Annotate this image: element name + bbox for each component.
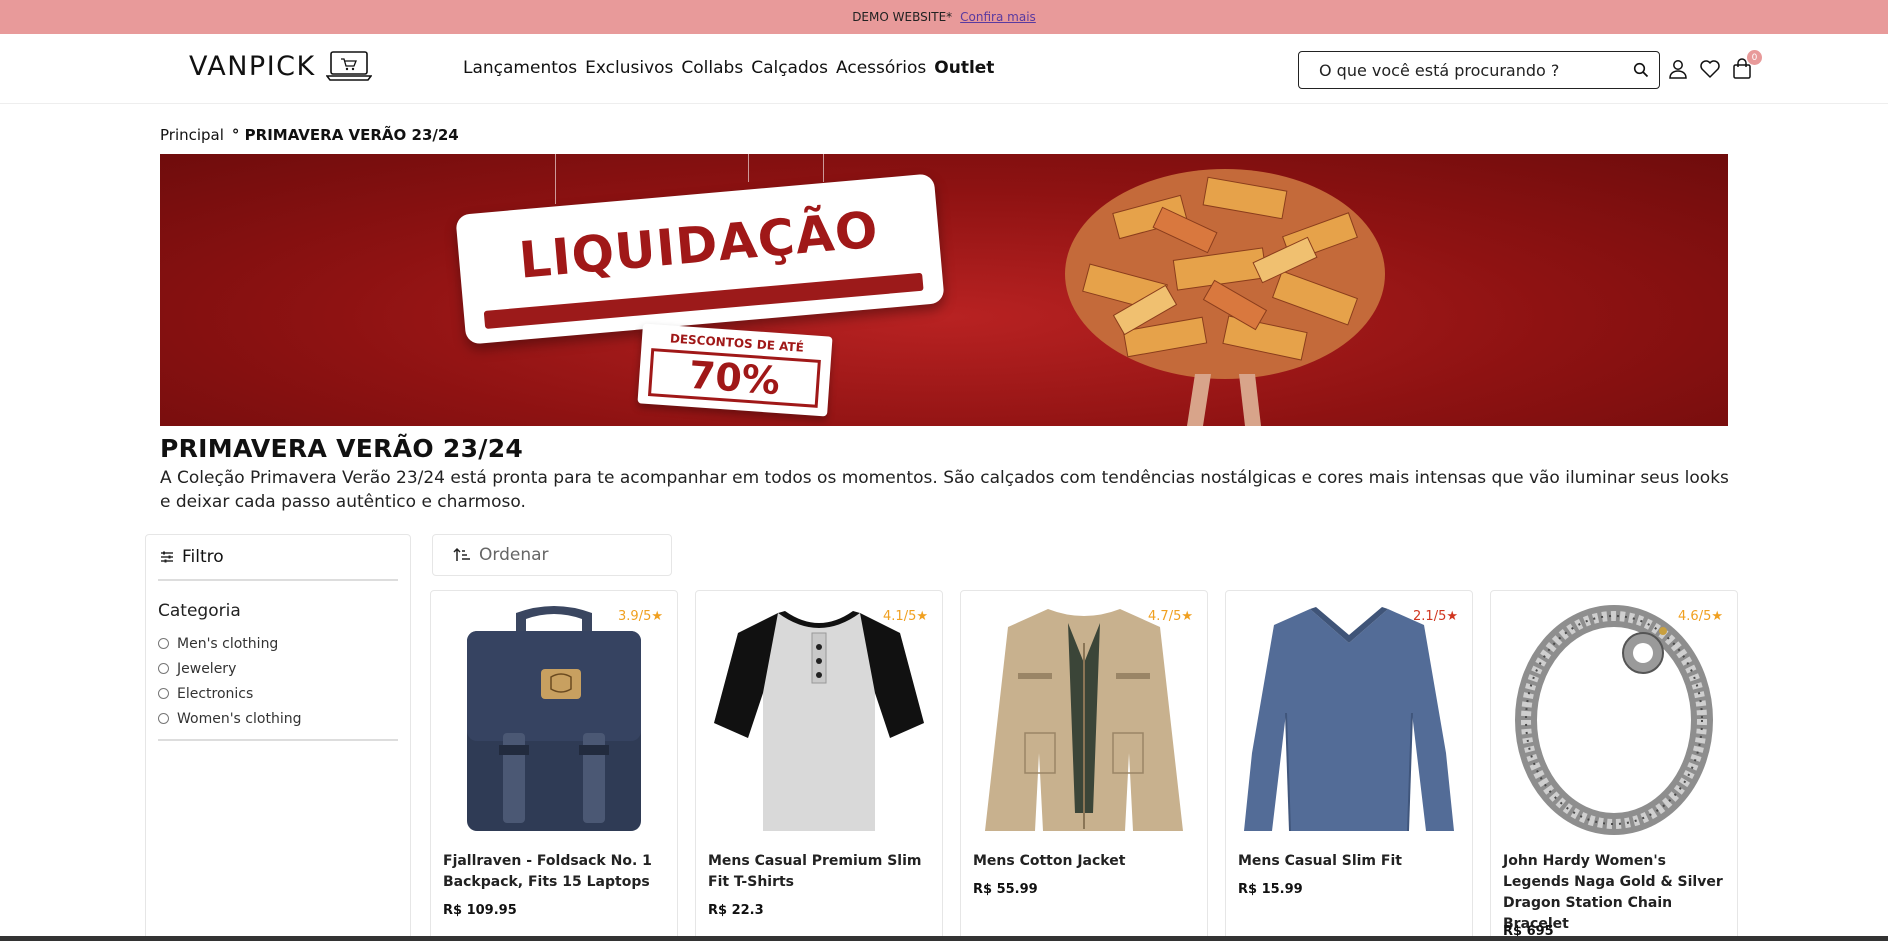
cart-count-badge: 0 <box>1747 50 1762 65</box>
nav-lancamentos[interactable]: Lançamentos <box>463 58 577 78</box>
nav-calcados[interactable]: Calçados <box>751 58 828 78</box>
category-label: Electronics <box>177 685 254 702</box>
search-icon[interactable] <box>1633 62 1649 78</box>
product-title[interactable]: Mens Casual Slim Fit <box>1238 851 1462 872</box>
filter-label: Filtro <box>182 547 224 567</box>
product-title[interactable]: Mens Cotton Jacket <box>973 851 1197 872</box>
nav-exclusivos[interactable]: Exclusivos <box>585 58 673 78</box>
filter-panel: Filtro Categoria Men's clothing Jewelery… <box>145 534 411 941</box>
product-card[interactable]: 4.1/5★ Mens Casual Premium Slim Fit T-Sh… <box>695 590 943 941</box>
announcement-link[interactable]: Confira mais <box>960 10 1036 24</box>
viewport-bottom-edge <box>0 936 1888 941</box>
discount-sign: DESCONTOS DE ATÉ 70% <box>637 323 833 417</box>
user-icon[interactable] <box>1667 58 1689 80</box>
hanging-string <box>748 154 749 182</box>
sale-sign: LIQUIDAÇÃO <box>455 173 945 345</box>
logo[interactable]: VANPICK <box>189 50 372 82</box>
sort-button[interactable]: Ordenar <box>432 534 672 576</box>
announcement-text: DEMO WEBSITE* <box>852 10 953 24</box>
product-title[interactable]: Mens Casual Premium Slim Fit T-Shirts <box>708 851 932 893</box>
site-header: VANPICK Lançamentos Exclusivos Collabs C… <box>0 34 1888 104</box>
search-box <box>1298 51 1660 89</box>
category-option-electronics[interactable]: Electronics <box>158 681 398 706</box>
main-nav: Lançamentos Exclusivos Collabs Calçados … <box>463 58 994 78</box>
collection-description: A Coleção Primavera Verão 23/24 está pro… <box>160 468 1729 512</box>
product-image-backpack[interactable] <box>443 603 665 837</box>
breadcrumb: Principal ° PRIMAVERA VERÃO 23/24 <box>160 126 459 144</box>
category-label: Men's clothing <box>177 635 279 652</box>
announcement-bar: DEMO WEBSITE* Confira mais <box>0 0 1888 34</box>
sale-banner: LIQUIDAÇÃO DESCONTOS DE ATÉ 70% <box>160 154 1728 426</box>
filter-header[interactable]: Filtro <box>158 535 398 581</box>
nav-acessorios[interactable]: Acessórios <box>836 58 926 78</box>
heart-icon[interactable] <box>1699 58 1721 80</box>
product-title[interactable]: John Hardy Women's Legends Naga Gold & S… <box>1503 851 1727 935</box>
category-label: Women's clothing <box>177 710 302 727</box>
radio-button[interactable] <box>158 663 169 674</box>
product-price: R$ 109.95 <box>443 903 517 918</box>
category-option-mens-clothing[interactable]: Men's clothing <box>158 631 398 656</box>
category-list: Men's clothing Jewelery Electronics Wome… <box>158 631 398 741</box>
hanging-string <box>823 154 824 182</box>
cart-button[interactable]: 0 <box>1731 50 1762 80</box>
shopping-bags-figure <box>1065 169 1385 426</box>
nav-collabs[interactable]: Collabs <box>681 58 743 78</box>
category-option-jewelery[interactable]: Jewelery <box>158 656 398 681</box>
product-image-tshirt[interactable] <box>708 603 930 837</box>
discount-value: 70% <box>647 348 821 408</box>
product-card[interactable]: 4.7/5★ Mens Cotton Jacket R$ 55.99 <box>960 590 1208 941</box>
category-option-womens-clothing[interactable]: Women's clothing <box>158 706 398 731</box>
product-image-longsleeve[interactable] <box>1238 603 1460 837</box>
category-title: Categoria <box>158 601 241 621</box>
radio-button[interactable] <box>158 713 169 724</box>
product-price: R$ 22.3 <box>708 903 764 918</box>
logo-text: VANPICK <box>189 50 316 82</box>
sort-ascending-icon <box>453 547 470 561</box>
product-image-bracelet[interactable] <box>1503 603 1725 837</box>
laptop-cart-icon <box>325 51 372 81</box>
product-card[interactable]: 4.6/5★ John Hardy Women's Legends Naga G… <box>1490 590 1738 941</box>
hanging-string <box>555 154 556 204</box>
breadcrumb-home[interactable]: Principal <box>160 126 224 144</box>
product-card[interactable]: 2.1/5★ Mens Casual Slim Fit R$ 15.99 <box>1225 590 1473 941</box>
sliders-icon <box>161 551 173 563</box>
category-label: Jewelery <box>177 660 237 677</box>
product-price: R$ 15.99 <box>1238 882 1303 897</box>
product-image-jacket[interactable] <box>973 603 1195 837</box>
page-title: PRIMAVERA VERÃO 23/24 <box>160 434 524 463</box>
product-card[interactable]: 3.9/5★ Fjallraven - Foldsack No. 1 Backp… <box>430 590 678 941</box>
breadcrumb-current: ° PRIMAVERA VERÃO 23/24 <box>231 126 459 144</box>
radio-button[interactable] <box>158 688 169 699</box>
radio-button[interactable] <box>158 638 169 649</box>
product-title[interactable]: Fjallraven - Foldsack No. 1 Backpack, Fi… <box>443 851 667 893</box>
sort-label: Ordenar <box>479 545 549 565</box>
product-price: R$ 55.99 <box>973 882 1038 897</box>
search-input[interactable] <box>1319 60 1633 80</box>
header-icons: 0 <box>1667 50 1762 80</box>
nav-outlet[interactable]: Outlet <box>934 58 994 78</box>
